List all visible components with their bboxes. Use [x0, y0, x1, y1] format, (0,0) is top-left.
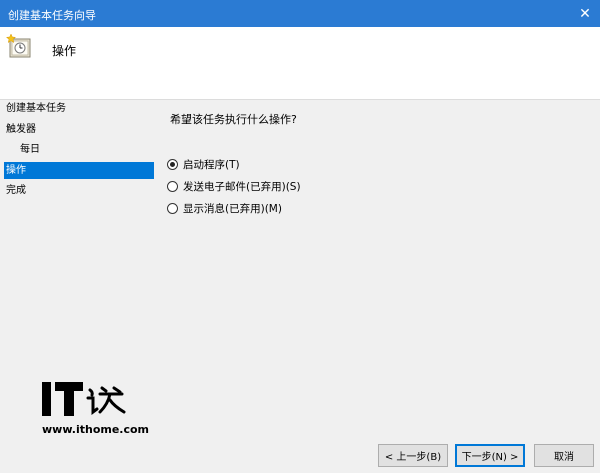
radio-send-email[interactable] — [167, 181, 178, 192]
radio-display-message[interactable] — [167, 203, 178, 214]
page-title: 操作 — [52, 44, 77, 58]
step-create-basic-task: 创建基本任务 — [6, 103, 66, 114]
option-send-email[interactable]: 发送电子邮件(已弃用)(S) — [167, 179, 301, 194]
option-start-program[interactable]: 启动程序(T) — [167, 157, 240, 172]
close-icon[interactable]: ✕ — [570, 0, 600, 27]
action-question: 希望该任务执行什么操作? — [170, 113, 297, 126]
watermark-url: www.ithome.com — [42, 423, 150, 436]
step-action: 操作 — [4, 162, 154, 179]
step-daily: 每日 — [20, 144, 40, 155]
back-button[interactable]: < 上一步(B) — [378, 444, 448, 467]
ithome-logo-icon — [42, 382, 126, 416]
option-send-email-label: 发送电子邮件(已弃用)(S) — [183, 181, 301, 193]
task-scheduler-clock-icon — [6, 33, 31, 58]
option-display-message-label: 显示消息(已弃用)(M) — [183, 203, 282, 215]
window-titlebar: 创建基本任务向导 ✕ — [0, 0, 600, 27]
wizard-header: 操作 — [0, 27, 600, 100]
cancel-button[interactable]: 取消 — [534, 444, 594, 467]
radio-start-program[interactable] — [167, 159, 178, 170]
option-start-program-label: 启动程序(T) — [183, 159, 240, 171]
option-display-message[interactable]: 显示消息(已弃用)(M) — [167, 201, 282, 216]
step-trigger: 触发器 — [6, 124, 36, 135]
window-title: 创建基本任务向导 — [8, 9, 96, 22]
next-button[interactable]: 下一步(N) > — [455, 444, 525, 467]
step-finish: 完成 — [6, 185, 26, 196]
ithome-watermark: www.ithome.com — [40, 380, 150, 440]
